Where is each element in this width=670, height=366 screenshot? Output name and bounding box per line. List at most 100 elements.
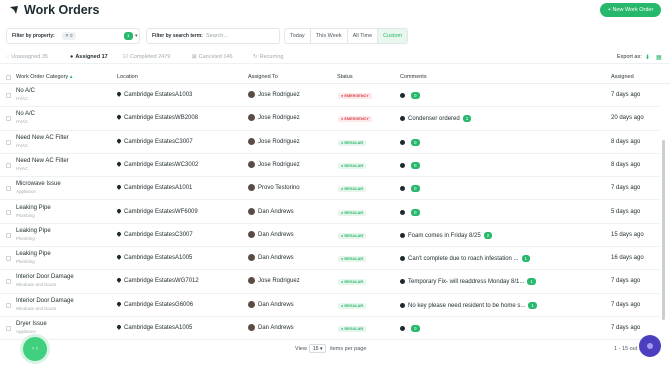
- row-checkbox[interactable]: [6, 186, 11, 192]
- row-checkbox[interactable]: [6, 162, 11, 168]
- comment-cell[interactable]: No key please need resident to be home s…: [400, 301, 537, 309]
- column-assigned-to[interactable]: Assigned To: [248, 74, 278, 80]
- table-row[interactable]: Need New AC Filter HVAC Cambridge EstatesC…: [0, 131, 660, 154]
- location-name: Cambridge Estates: [124, 301, 176, 308]
- location-name: Cambridge Estates: [124, 185, 176, 192]
- spreadsheet-export-icon[interactable]: ▦: [656, 54, 662, 61]
- table-row[interactable]: Microwave Issue Appliance Cambridge Estate…: [0, 177, 660, 201]
- location-cell: Cambridge EstatesWB2008: [116, 114, 198, 121]
- property-filter[interactable]: Filter by property: ✕ 0 1 ▾: [6, 28, 140, 44]
- comment-cell[interactable]: Foam comes in Friday 8/25 2: [400, 231, 493, 239]
- comment-cell[interactable]: Condenser ordered 1: [400, 115, 472, 122]
- column-category[interactable]: Work Order Category ▴: [16, 74, 72, 80]
- table-row[interactable]: Interior Door Damage Windows and Doors Cam…: [0, 294, 660, 317]
- comment-text: No key please need resident to be home s…: [408, 302, 526, 309]
- row-checkbox[interactable]: [6, 256, 11, 262]
- tab-assigned[interactable]: ● Assigned 17: [70, 54, 108, 60]
- time-option-today[interactable]: Today: [285, 29, 311, 43]
- time-option-all-time[interactable]: All Time: [348, 29, 379, 43]
- quick-action-button[interactable]: › ›: [23, 337, 47, 361]
- location-cell: Cambridge EstatesWC3002: [116, 161, 198, 168]
- row-checkbox[interactable]: [6, 232, 11, 238]
- tab-completed[interactable]: ☑ Completed 2479: [123, 54, 170, 60]
- category-type: Appliance: [16, 189, 36, 195]
- per-page-select[interactable]: 15 ▾: [309, 344, 327, 353]
- table-row[interactable]: Dryer Issue Appliance Cambridge EstatesA10…: [0, 317, 660, 341]
- comment-count-badge: 1: [521, 255, 531, 263]
- table-row[interactable]: No A/C HVAC Cambridge EstatesWB2008 Jose Ro…: [0, 107, 660, 131]
- new-work-order-button[interactable]: + New Work Order: [600, 3, 661, 17]
- column-assigned[interactable]: Assigned: [611, 74, 634, 80]
- pdf-export-icon[interactable]: ⬇: [645, 54, 650, 61]
- row-checkbox[interactable]: [6, 139, 11, 145]
- user-off-icon: ◌: [6, 54, 10, 60]
- location-unit: C3007: [175, 138, 193, 145]
- tab-divider: [0, 63, 670, 64]
- comment-cell[interactable]: 0: [400, 208, 420, 216]
- comment-cell[interactable]: 0: [400, 325, 420, 332]
- location-pin-icon: [116, 277, 122, 284]
- comment-cell[interactable]: 0: [400, 138, 420, 146]
- assignee-name: Dan Andrews: [258, 325, 294, 332]
- assignee-name: Jose Rodriguez: [258, 138, 300, 145]
- tab-unassigned[interactable]: ◌ Unassigned 35: [6, 54, 48, 60]
- column-status[interactable]: Status: [337, 74, 353, 80]
- category-type: HVAC: [16, 142, 29, 148]
- property-chip[interactable]: ✕ 0: [62, 32, 76, 40]
- row-checkbox[interactable]: [6, 302, 11, 308]
- assignee-cell: Dan Andrews: [248, 324, 294, 331]
- assigned-ago: 16 days ago: [611, 255, 644, 262]
- row-checkbox[interactable]: [6, 209, 11, 215]
- time-range-selector[interactable]: Today This Week All Time Custom: [284, 28, 409, 44]
- category-name: Microwave Issue: [16, 181, 61, 188]
- comment-count-badge: 0: [411, 161, 420, 169]
- table-row[interactable]: Leaking Pipe Plumbing Cambridge EstatesA10…: [0, 247, 660, 271]
- location-name: Cambridge Estates: [124, 325, 176, 331]
- assignee-cell: Dan Andrews: [248, 300, 294, 308]
- row-checkbox[interactable]: [6, 326, 11, 331]
- table-row[interactable]: Interior Door Damage Windows and Doors Cam…: [0, 270, 660, 294]
- comment-icon: [400, 256, 405, 262]
- chat-button[interactable]: [639, 335, 661, 357]
- table-row[interactable]: Need New AC Filter HVAC Cambridge EstatesW…: [0, 154, 660, 178]
- table-row[interactable]: Leaking Pipe Plumbing Cambridge EstatesC30…: [0, 224, 660, 248]
- chevron-down-icon[interactable]: ▾: [135, 33, 138, 39]
- comment-cell[interactable]: Can't complete due to roach infestation …: [400, 255, 531, 263]
- tab-recurring[interactable]: ↻ Recurring: [253, 54, 283, 60]
- row-checkbox[interactable]: [6, 116, 11, 122]
- location-pin-icon: [116, 114, 122, 121]
- avatar: [248, 114, 255, 122]
- location-name: Cambridge Estates: [124, 161, 176, 168]
- assignee-cell: Jose Rodriguez: [248, 91, 300, 98]
- row-checkbox[interactable]: [6, 279, 11, 285]
- comment-cell[interactable]: Temporary Fix- will readdress Monday 8/1…: [400, 278, 536, 285]
- search-input[interactable]: Search...: [206, 33, 228, 39]
- avatar: [248, 230, 255, 238]
- location-cell: Cambridge EstatesA1001: [116, 184, 192, 192]
- comment-icon: [400, 326, 405, 331]
- time-option-this-week[interactable]: This Week: [311, 29, 348, 43]
- location-cell: Cambridge EstatesA1003: [116, 91, 192, 98]
- tab-canceled[interactable]: ⊠ Canceled 146: [192, 54, 233, 60]
- location-unit: A1005: [175, 255, 193, 262]
- location-unit: WG7012: [175, 278, 199, 285]
- pagination-footer: View 15 ▾ items per page 1 - 15 out ...: [0, 343, 670, 357]
- comment-cell[interactable]: 0: [400, 161, 420, 169]
- assignee-name: Jose Rodriguez: [258, 92, 300, 99]
- assignee-cell: Dan Andrews: [248, 207, 294, 215]
- search-filter[interactable]: Filter by search term: Search...: [146, 28, 280, 44]
- comment-cell[interactable]: 0: [400, 92, 420, 99]
- column-location[interactable]: Location: [117, 74, 138, 80]
- scrollbar[interactable]: [662, 140, 665, 320]
- table-row[interactable]: No A/C HVAC Cambridge EstatesA1003 Jose Rod…: [0, 84, 660, 108]
- comment-icon: [400, 209, 405, 215]
- select-all-checkbox[interactable]: [6, 75, 11, 80]
- comment-cell[interactable]: 0: [400, 185, 420, 193]
- table-row[interactable]: Leaking Pipe Plumbing Cambridge EstatesWF6…: [0, 201, 660, 224]
- avatar: [248, 160, 255, 168]
- column-comments[interactable]: Comments: [400, 74, 427, 80]
- location-cell: Cambridge EstatesWF6009: [116, 207, 198, 215]
- time-option-custom[interactable]: Custom: [378, 29, 408, 43]
- assigned-ago: 7 days ago: [611, 301, 641, 308]
- row-checkbox[interactable]: [6, 93, 11, 98]
